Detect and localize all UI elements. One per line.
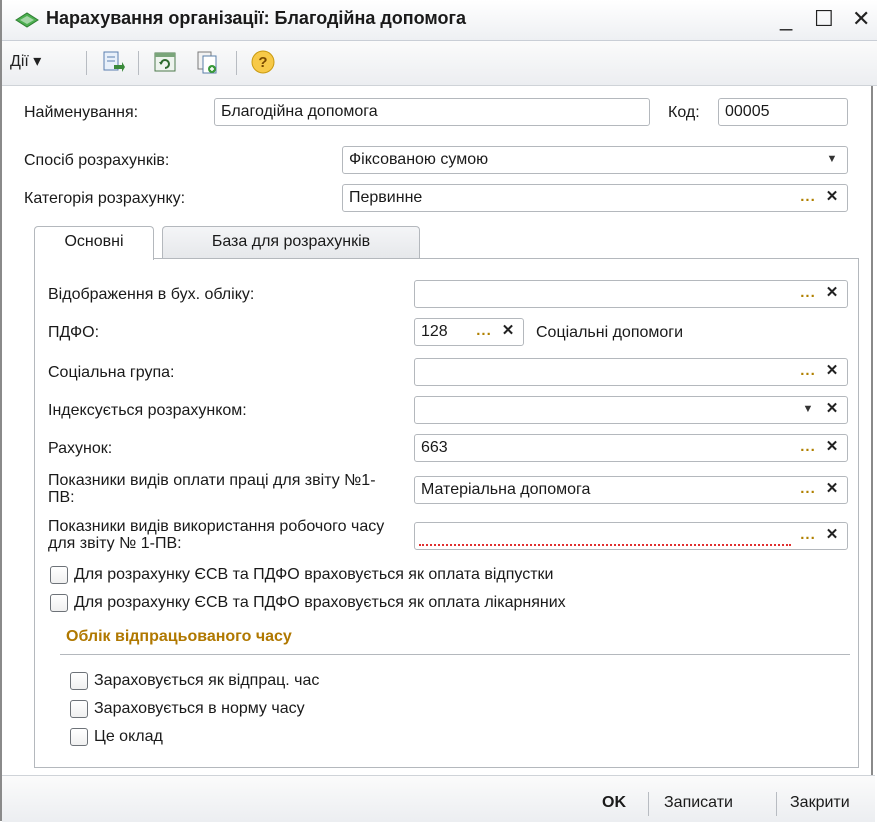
name-value: Благодійна допомога bbox=[221, 103, 378, 120]
code-value: 00005 bbox=[725, 103, 770, 120]
sick-leave-checkbox[interactable] bbox=[50, 594, 68, 612]
norm-time-checkbox[interactable] bbox=[70, 700, 88, 718]
required-field-underline bbox=[419, 544, 791, 546]
window-title: Нарахування організації: Благодійна допо… bbox=[46, 8, 466, 28]
accounting-label: Відображення в бух. обліку: bbox=[48, 286, 255, 303]
footer-separator bbox=[776, 792, 777, 816]
clear-x-icon[interactable]: ✕ bbox=[821, 525, 843, 547]
clear-x-icon[interactable]: ✕ bbox=[821, 283, 843, 305]
worked-time-checkbox-label[interactable]: Зараховується як відпрац. час bbox=[94, 672, 319, 690]
time-use-field[interactable]: ... ✕ bbox=[414, 522, 848, 550]
social-group-label: Соціальна група: bbox=[48, 364, 175, 381]
app-logo-icon bbox=[15, 12, 39, 28]
select-dots-button[interactable]: ... bbox=[797, 187, 819, 209]
code-field[interactable]: 00005 bbox=[718, 98, 848, 126]
footer-separator bbox=[648, 792, 649, 816]
vacation-checkbox-label[interactable]: Для розрахунку ЄСВ та ПДФО враховується … bbox=[74, 566, 553, 584]
close-button[interactable]: Закрити bbox=[790, 794, 850, 812]
copy-doc-icon[interactable] bbox=[194, 49, 220, 75]
calc-method-select[interactable]: Фіксованою сумою ▼ bbox=[342, 146, 848, 174]
account-value: 663 bbox=[421, 439, 448, 456]
post-icon[interactable] bbox=[100, 49, 126, 75]
clear-x-icon[interactable]: ✕ bbox=[497, 321, 519, 343]
ok-button[interactable]: OK bbox=[602, 794, 626, 812]
calc-method-label: Спосіб розрахунків: bbox=[24, 152, 170, 169]
social-group-field[interactable]: ... ✕ bbox=[414, 358, 848, 386]
actions-menu-button[interactable]: Дії ▾ bbox=[10, 51, 41, 71]
maximize-button[interactable]: ☐ bbox=[814, 6, 834, 32]
worktime-section-title: Облік відпрацьованого часу bbox=[66, 628, 292, 645]
help-icon[interactable]: ? bbox=[250, 49, 276, 75]
sick-leave-checkbox-label[interactable]: Для розрахунку ЄСВ та ПДФО враховується … bbox=[74, 594, 566, 612]
refresh-icon[interactable] bbox=[152, 49, 178, 75]
calc-category-label: Категорія розрахунку: bbox=[24, 190, 186, 207]
toolbar: Дії ▾ ? bbox=[2, 41, 877, 86]
minimize-button[interactable]: _ bbox=[780, 6, 792, 32]
account-label: Рахунок: bbox=[48, 440, 113, 457]
time-use-label: Показники видів використання робочого ча… bbox=[48, 518, 385, 552]
name-label: Найменування: bbox=[24, 104, 139, 121]
select-dots-button[interactable]: ... bbox=[797, 361, 819, 383]
pdfo-description: Соціальні допомоги bbox=[536, 324, 684, 341]
dialog-footer: OK Записати Закрити bbox=[2, 775, 875, 822]
tab-main[interactable]: Основні bbox=[34, 226, 154, 260]
pay-types-label: Показники видів оплати праці для звіту №… bbox=[48, 472, 376, 506]
select-dots-button[interactable]: ... bbox=[797, 525, 819, 547]
svg-text:?: ? bbox=[258, 54, 267, 71]
save-button[interactable]: Записати bbox=[664, 794, 733, 812]
salary-checkbox[interactable] bbox=[70, 728, 88, 746]
clear-x-icon[interactable]: ✕ bbox=[821, 187, 843, 209]
section-divider bbox=[60, 654, 850, 655]
dropdown-arrow-icon[interactable]: ▼ bbox=[797, 399, 819, 421]
tab-calculation-base[interactable]: База для розрахунків bbox=[162, 226, 420, 258]
indexed-select[interactable]: ▼ ✕ bbox=[414, 396, 848, 424]
pdfo-label: ПДФО: bbox=[48, 324, 100, 341]
select-dots-button[interactable]: ... bbox=[797, 283, 819, 305]
norm-time-checkbox-label[interactable]: Зараховується в норму часу bbox=[94, 700, 305, 718]
calc-category-value: Первинне bbox=[349, 189, 423, 206]
accounting-field[interactable]: ... ✕ bbox=[414, 280, 848, 308]
calc-method-value: Фіксованою сумою bbox=[349, 151, 489, 168]
clear-x-icon[interactable]: ✕ bbox=[821, 399, 843, 421]
dialog-window: Нарахування організації: Благодійна допо… bbox=[0, 0, 877, 822]
clear-x-icon[interactable]: ✕ bbox=[821, 479, 843, 501]
code-label: Код: bbox=[668, 104, 700, 121]
worked-time-checkbox[interactable] bbox=[70, 672, 88, 690]
title-bar: Нарахування організації: Благодійна допо… bbox=[2, 0, 877, 41]
close-window-button[interactable]: ✕ bbox=[852, 6, 870, 32]
pay-types-value: Матеріальна допомога bbox=[421, 481, 591, 498]
toolbar-separator bbox=[86, 51, 87, 75]
salary-checkbox-label[interactable]: Це оклад bbox=[94, 728, 163, 746]
calc-category-field[interactable]: Первинне ... ✕ bbox=[342, 184, 848, 212]
clear-x-icon[interactable]: ✕ bbox=[821, 437, 843, 459]
vacation-checkbox[interactable] bbox=[50, 566, 68, 584]
pdfo-code-value: 128 bbox=[421, 323, 448, 340]
select-dots-button[interactable]: ... bbox=[473, 321, 495, 343]
toolbar-separator bbox=[236, 51, 237, 75]
name-field[interactable]: Благодійна допомога bbox=[214, 98, 650, 126]
dropdown-arrow-icon[interactable]: ▼ bbox=[821, 149, 843, 171]
pdfo-code-field[interactable]: 128 ... ✕ bbox=[414, 318, 524, 346]
select-dots-button[interactable]: ... bbox=[797, 479, 819, 501]
pay-types-field[interactable]: Матеріальна допомога ... ✕ bbox=[414, 476, 848, 504]
indexed-label: Індексується розрахунком: bbox=[48, 402, 247, 419]
select-dots-button[interactable]: ... bbox=[797, 437, 819, 459]
account-field[interactable]: 663 ... ✕ bbox=[414, 434, 848, 462]
clear-x-icon[interactable]: ✕ bbox=[821, 361, 843, 383]
toolbar-separator bbox=[138, 51, 139, 75]
